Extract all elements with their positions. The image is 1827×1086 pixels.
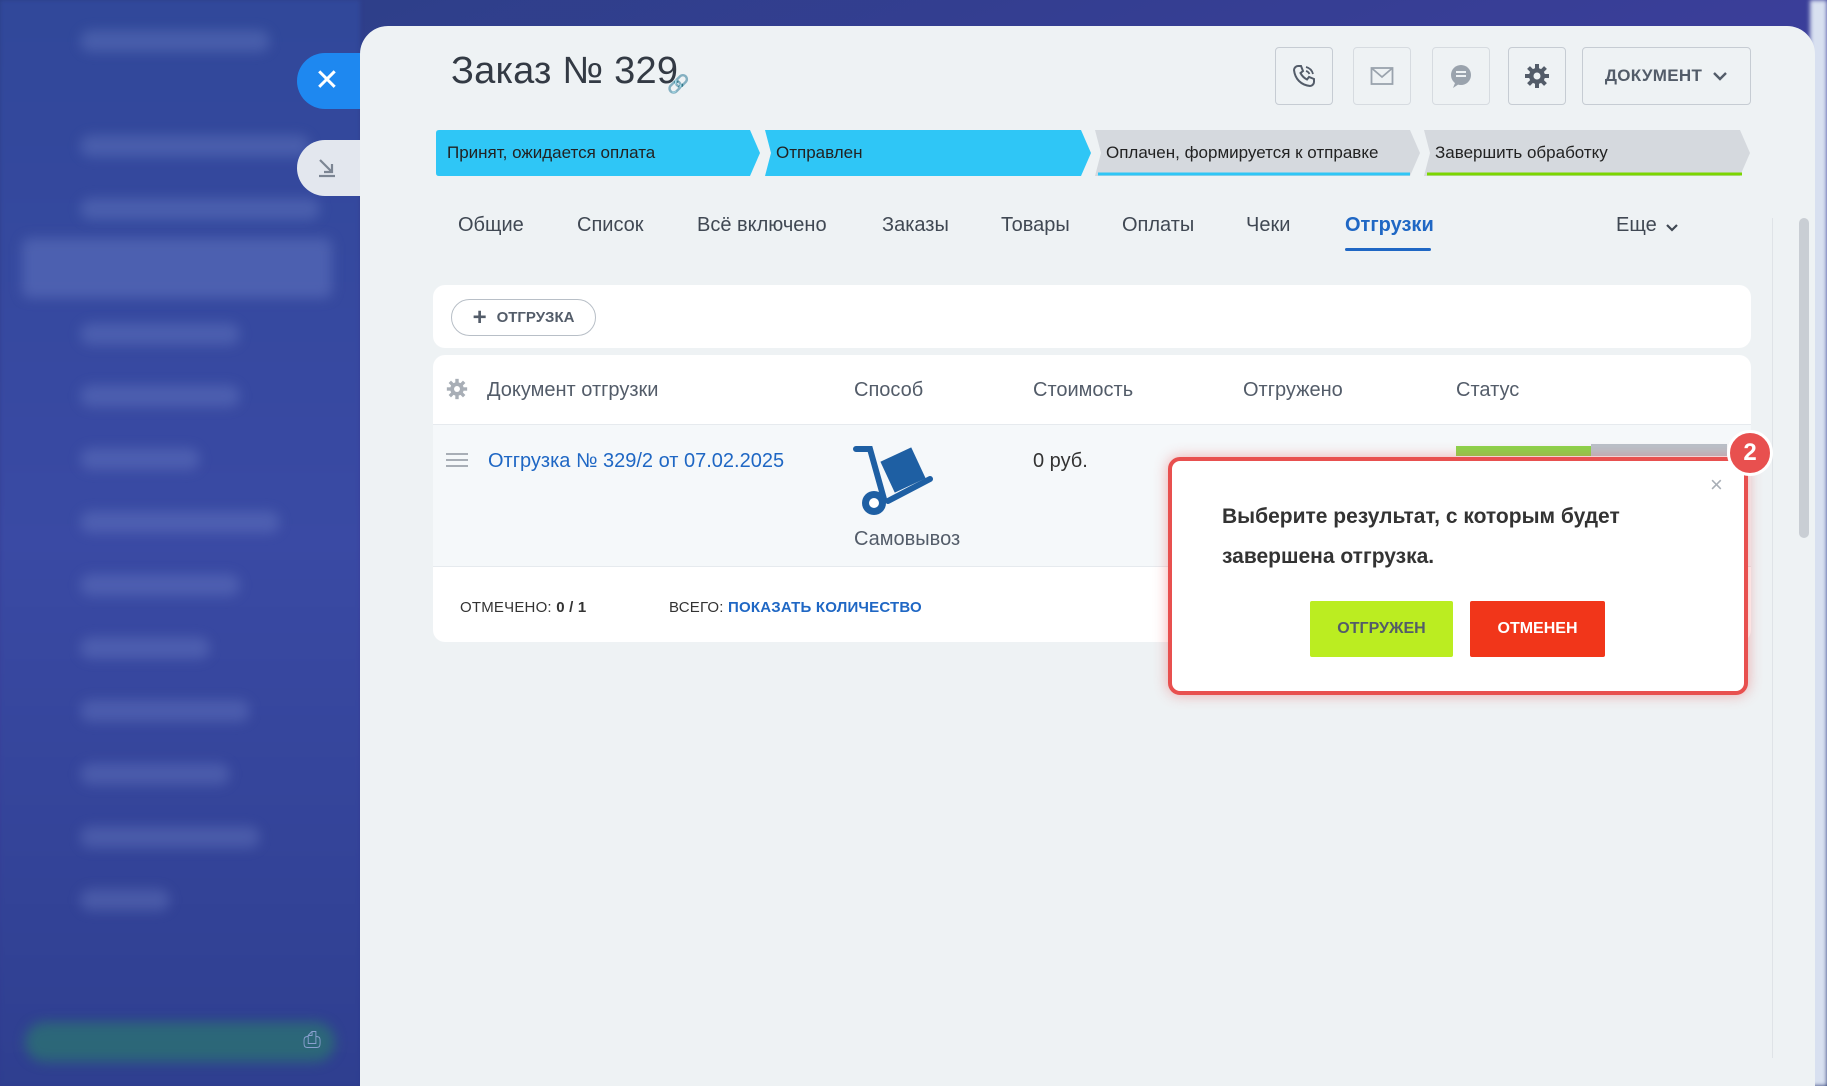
cancelled-button[interactable]: ОТМЕНЕН bbox=[1470, 601, 1605, 657]
phone-icon bbox=[1292, 65, 1315, 88]
column-header-document[interactable]: Документ отгрузки bbox=[487, 379, 658, 402]
column-header-status[interactable]: Статус bbox=[1456, 379, 1519, 402]
background-blur-row bbox=[80, 323, 240, 345]
tab-shipments[interactable]: Отгрузки bbox=[1345, 214, 1434, 237]
close-icon[interactable]: × bbox=[1710, 472, 1723, 498]
link-icon[interactable]: 🔗 bbox=[667, 74, 689, 95]
tab-orders[interactable]: Заказы bbox=[882, 214, 949, 237]
printer-icon: ⎙ bbox=[303, 1027, 321, 1052]
plus-icon: + bbox=[472, 303, 487, 331]
background-blur-row bbox=[80, 30, 270, 52]
background-blur-row bbox=[80, 511, 280, 533]
checked-count: ОТМЕЧЕНО: 0 / 1 bbox=[460, 599, 586, 616]
background-blur-row bbox=[80, 889, 170, 911]
column-header-cost[interactable]: Стоимость bbox=[1033, 379, 1133, 402]
shipped-button[interactable]: ОТГРУЖЕН bbox=[1310, 601, 1453, 657]
close-icon: ✕ bbox=[314, 64, 340, 97]
total-label: ВСЕГО: bbox=[669, 599, 724, 616]
background-blur-row bbox=[80, 763, 230, 785]
tab-more[interactable]: Еще bbox=[1616, 214, 1657, 237]
column-header-shipped[interactable]: Отгружено bbox=[1243, 379, 1343, 402]
background-blur-row bbox=[80, 135, 310, 157]
gear-icon bbox=[1525, 64, 1549, 88]
hand-truck-icon bbox=[853, 446, 933, 515]
gear-icon[interactable] bbox=[446, 378, 468, 400]
status-progress-done bbox=[1456, 446, 1591, 456]
column-header-method[interactable]: Способ bbox=[854, 379, 923, 402]
step-badge: 2 bbox=[1727, 430, 1773, 476]
background-blur-row bbox=[22, 238, 332, 298]
background-blur-row bbox=[80, 198, 320, 220]
chat-button[interactable] bbox=[1432, 47, 1490, 105]
background-blur-button bbox=[25, 1022, 335, 1062]
stage-label: Принят, ожидается оплата bbox=[447, 143, 656, 162]
shipment-cost: 0 руб. bbox=[1033, 450, 1088, 472]
active-tab-indicator bbox=[1345, 248, 1431, 251]
shipment-link[interactable]: Отгрузка № 329/2 от 07.02.2025 bbox=[488, 450, 784, 473]
drag-handle-icon[interactable] bbox=[446, 452, 468, 468]
settings-button[interactable] bbox=[1508, 47, 1566, 105]
background-blur-row bbox=[80, 385, 240, 407]
checked-value: 0 / 1 bbox=[556, 599, 587, 616]
add-shipment-label: ОТГРУЗКА bbox=[496, 309, 575, 326]
tab-products[interactable]: Товары bbox=[1001, 214, 1070, 237]
document-button[interactable]: ДОКУМЕНТ bbox=[1582, 47, 1751, 105]
minimize-slider-button[interactable] bbox=[297, 140, 367, 196]
status-progress-pending[interactable] bbox=[1591, 444, 1727, 456]
stage-finish[interactable]: Завершить обработку bbox=[1424, 130, 1750, 176]
minimize-icon bbox=[319, 159, 335, 178]
mail-icon bbox=[1370, 67, 1394, 85]
background-blur-row bbox=[80, 700, 250, 722]
chevron-down-icon[interactable] bbox=[1665, 223, 1679, 233]
chat-icon bbox=[1451, 65, 1471, 88]
chevron-down-icon bbox=[1713, 72, 1727, 81]
checked-label: ОТМЕЧЕНО: bbox=[460, 599, 552, 616]
popup-message: Выберите результат, с которым будет заве… bbox=[1222, 505, 1620, 568]
total-count: ВСЕГО: ПОКАЗАТЬ КОЛИЧЕСТВО bbox=[669, 599, 922, 616]
background-blur-row bbox=[80, 574, 240, 596]
tab-all-inclusive[interactable]: Всё включено bbox=[697, 214, 827, 237]
background-blur-row bbox=[80, 826, 260, 848]
scroll-track bbox=[1772, 218, 1773, 1058]
stage-accepted[interactable]: Принят, ожидается оплата bbox=[436, 130, 760, 176]
stage-sent[interactable]: Отправлен bbox=[765, 130, 1091, 176]
email-button[interactable] bbox=[1353, 47, 1411, 105]
page-title: Заказ № 329 bbox=[451, 50, 679, 92]
tab-receipts[interactable]: Чеки bbox=[1246, 214, 1290, 237]
document-button-label: ДОКУМЕНТ bbox=[1604, 66, 1703, 85]
stage-label: Оплачен, формируется к отправке bbox=[1106, 143, 1379, 162]
actions-card bbox=[433, 285, 1751, 348]
tab-general[interactable]: Общие bbox=[458, 214, 524, 237]
tab-payments[interactable]: Оплаты bbox=[1122, 214, 1194, 237]
stage-label: Отправлен bbox=[776, 143, 863, 162]
scrollbar[interactable] bbox=[1799, 218, 1809, 538]
close-slider-button[interactable]: ✕ bbox=[297, 53, 367, 109]
stage-paid[interactable]: Оплачен, формируется к отправке bbox=[1095, 130, 1420, 176]
background-blur-row bbox=[80, 637, 210, 659]
show-count-link[interactable]: ПОКАЗАТЬ КОЛИЧЕСТВО bbox=[728, 599, 922, 616]
tab-list[interactable]: Список bbox=[577, 214, 644, 237]
delivery-method: Самовывоз bbox=[854, 528, 961, 550]
call-button[interactable] bbox=[1275, 47, 1333, 105]
add-shipment-button[interactable]: + ОТГРУЗКА bbox=[451, 299, 596, 336]
stage-label: Завершить обработку bbox=[1435, 143, 1608, 162]
background-blur-row bbox=[80, 448, 200, 470]
